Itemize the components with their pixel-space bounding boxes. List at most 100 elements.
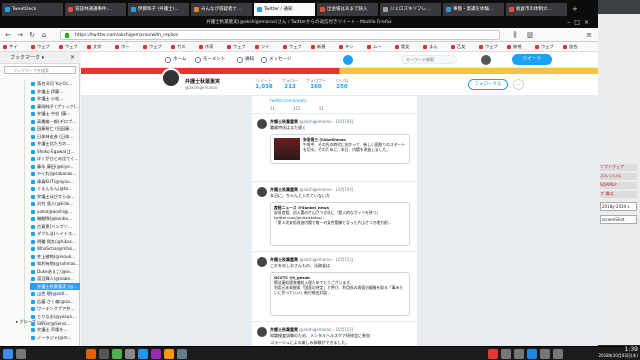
bookmark-item[interactable]: 無視 <box>506 43 521 51</box>
bookmark-item[interactable]: ウェブ <box>226 43 246 51</box>
terminal-icon[interactable] <box>99 349 109 359</box>
more-options-button[interactable]: ⋯ <box>513 79 524 90</box>
bookmark-item[interactable]: 弁護士比たちの... <box>30 140 80 148</box>
tab[interactable]: 板倉市の体制大... <box>506 3 568 16</box>
tweet-author[interactable]: 弁護士秋葉重実 <box>270 327 298 332</box>
quoted-tweet[interactable]: 産経ニュース @Sankei_news 安倍首相、初入閣の片山さつき氏に「超入的… <box>270 202 410 246</box>
sidebar-icon[interactable]: ▥ <box>525 30 535 40</box>
retweet-count[interactable]: 115 <box>293 106 301 111</box>
bookmark-item[interactable]: テン <box>338 43 353 51</box>
close-icon[interactable]: × <box>584 19 593 26</box>
bg-field[interactable]: 2018y-2019 s <box>600 202 637 211</box>
tab[interactable]: 出会場はあまで狭入 <box>317 3 379 16</box>
tray-icon[interactable] <box>488 349 498 359</box>
like-count[interactable]: 11 <box>319 106 324 111</box>
bookmark-item[interactable]: 藤岡純子 (プリック)... <box>30 103 80 111</box>
bookmark-item[interactable]: ムー <box>366 43 381 51</box>
bg-field[interactable]: screenShot <box>600 215 637 224</box>
bookmark-item[interactable]: 古賀恵(ベンブソ... <box>30 223 80 231</box>
bookmark-item[interactable]: 弁護士秋葉重実 (@... <box>30 282 80 290</box>
tab-active[interactable]: Twitter / 通知 <box>254 3 316 16</box>
tweet-avatar[interactable] <box>257 187 267 197</box>
nav-moments[interactable]: モーメント <box>195 56 225 64</box>
bookmark-search-input[interactable]: ブックマークを検索 <box>4 66 76 74</box>
bookmark-item[interactable]: 文学 <box>86 43 101 51</box>
bookmark-item[interactable]: 新規 <box>310 43 325 51</box>
nav-home[interactable]: ホーム <box>165 56 186 64</box>
bookmark-item[interactable]: まん <box>422 43 437 51</box>
new-tab-icon[interactable]: + <box>572 3 578 16</box>
web-page[interactable]: ホーム モーメント 通知 メッセージ キーワード検索 ツイート 弁護士秋葉重実 … <box>81 52 598 346</box>
tweet[interactable]: 弁護士秋葉重実 @akshigemaroo · 10月19日 本当に。ちゃんと入… <box>252 182 417 252</box>
bookmark-item[interactable]: 藤永 藤田(@kiyo... <box>30 163 80 171</box>
nav-notifications[interactable]: 通知 <box>237 56 254 64</box>
bookmark-item[interactable]: ウェブ <box>58 43 78 51</box>
tweet-author[interactable]: 弁護士秋葉重実 <box>270 257 298 262</box>
bookmark-item[interactable]: とりなお(@yasun... <box>30 313 80 321</box>
reload-icon[interactable]: ↻ <box>27 30 37 40</box>
bookmark-item[interactable]: WhoScha(@mhsi... <box>30 245 80 253</box>
app-icon[interactable] <box>138 349 148 359</box>
bookmark-item[interactable]: 奥女 <box>394 43 409 51</box>
bookmark-item[interactable]: ウェブ <box>142 43 162 51</box>
tab[interactable]: みんなが容疑者ナ... <box>191 3 253 16</box>
tab[interactable]: 伊藤和子 (弁護士)... <box>128 3 190 16</box>
start-menu-icon[interactable] <box>3 349 13 359</box>
quoted-tweet[interactable]: 安倍晋三 @AbeShinzo 午前中、その先の時代に向かって、新しい国創りのス… <box>270 134 410 164</box>
bookmark-item[interactable]: Dukeあえこ(@ie... <box>30 268 80 276</box>
back-icon[interactable]: ← <box>3 30 13 40</box>
window-controls[interactable]: –□× <box>567 19 593 26</box>
tab[interactable]: 冒談林通議事件... <box>65 3 127 16</box>
tweet-author[interactable]: 弁護士秋葉重実 <box>270 119 298 124</box>
tray-icon[interactable] <box>527 349 537 359</box>
background-window-titlebar[interactable] <box>597 0 640 14</box>
bookmark-item[interactable]: SWGs(@Sensi... <box>30 320 80 328</box>
bookmark-item[interactable]: 落合洋司 Yoj-Oc... <box>30 80 80 88</box>
bookmark-item[interactable]: ガス <box>170 43 185 51</box>
library-icon[interactable]: ⫼ <box>510 30 520 40</box>
tray-icon[interactable] <box>514 349 524 359</box>
bookmark-item[interactable]: yoko(@aoshi@... <box>30 208 80 216</box>
tweet-link[interactable]: twitter.com/i/web/... <box>270 98 410 104</box>
app-icon[interactable] <box>112 349 122 359</box>
file-manager-icon[interactable] <box>16 349 26 359</box>
bookmark-item[interactable]: ツイ <box>254 43 269 51</box>
twitter-logo-icon[interactable] <box>343 55 353 65</box>
profile-name[interactable]: 弁護士秋葉重実 <box>185 78 220 85</box>
tab[interactable]: 事態・意識を体験... <box>443 3 505 16</box>
bookmark-item[interactable]: 弁護士 小松... <box>30 95 80 103</box>
bookmark-item[interactable]: 乙女 <box>450 43 465 51</box>
tray-icon[interactable] <box>501 349 511 359</box>
bookmark-item[interactable]: 作家 <box>198 43 213 51</box>
bookmark-item[interactable]: ウェブ <box>282 43 302 51</box>
stat-tweets[interactable]: ツイート 1,038 <box>251 78 277 90</box>
twitter-search-input[interactable]: キーワード検索 <box>401 55 457 64</box>
stat-likes[interactable]: いいね 250 <box>329 78 355 90</box>
bookmark-item[interactable]: 井上綾物(@inouk... <box>30 253 80 261</box>
bookmark-item[interactable]: ぐえんもん(@ta... <box>30 185 80 193</box>
app-icon[interactable] <box>164 349 174 359</box>
network-icon[interactable] <box>553 349 563 359</box>
tweet[interactable]: 弁護士秋葉重実 @akshigemaroo · 10月19日 職業特化はまだ遠く… <box>252 114 417 182</box>
bookmark-item[interactable]: 広義 さく森(@sa... <box>30 298 80 306</box>
bookmark-item[interactable]: 高橋雄一郎(デロブ... <box>30 118 80 126</box>
close-icon[interactable]: × <box>70 54 75 61</box>
bookmark-item[interactable]: 日体林宏彦 (日体... <box>30 133 80 141</box>
menu-icon[interactable]: ≡ <box>584 30 594 40</box>
bookmark-item[interactable]: 沢村 亜人(@kilai... <box>30 200 80 208</box>
tab[interactable]: ジェロスキゾフレ... <box>380 3 442 16</box>
bookmark-item[interactable]: 機動隊(@kenbo... <box>30 215 80 223</box>
nav-messages[interactable]: メッセージ <box>261 56 291 64</box>
firefox-icon[interactable] <box>86 349 96 359</box>
bookmark-item[interactable]: サイ <box>2 43 17 51</box>
bookmark-item[interactable]: Shoko Egawa(江... <box>30 148 80 156</box>
bookmark-item[interactable]: 明輪 飛丸(@hikas... <box>30 238 80 246</box>
tweet-avatar[interactable] <box>257 327 267 337</box>
url-bar[interactable]: https://twitter.com/akshigemaroo/with_re… <box>60 30 500 40</box>
bookmark-item[interactable]: ウェブ <box>30 43 50 51</box>
maximize-icon[interactable]: □ <box>574 19 584 26</box>
stat-followers[interactable]: フォロワー 160 <box>303 78 329 90</box>
bookmark-item[interactable]: 弁護士 伊藤... <box>30 88 80 96</box>
bookmark-item[interactable]: 田藤裕仁 (旧田藤... <box>30 125 80 133</box>
quoted-tweet[interactable]: GCSTC @t_gesub 療法薬処理装備処入理ためでとうございます。 利用元… <box>270 272 410 316</box>
